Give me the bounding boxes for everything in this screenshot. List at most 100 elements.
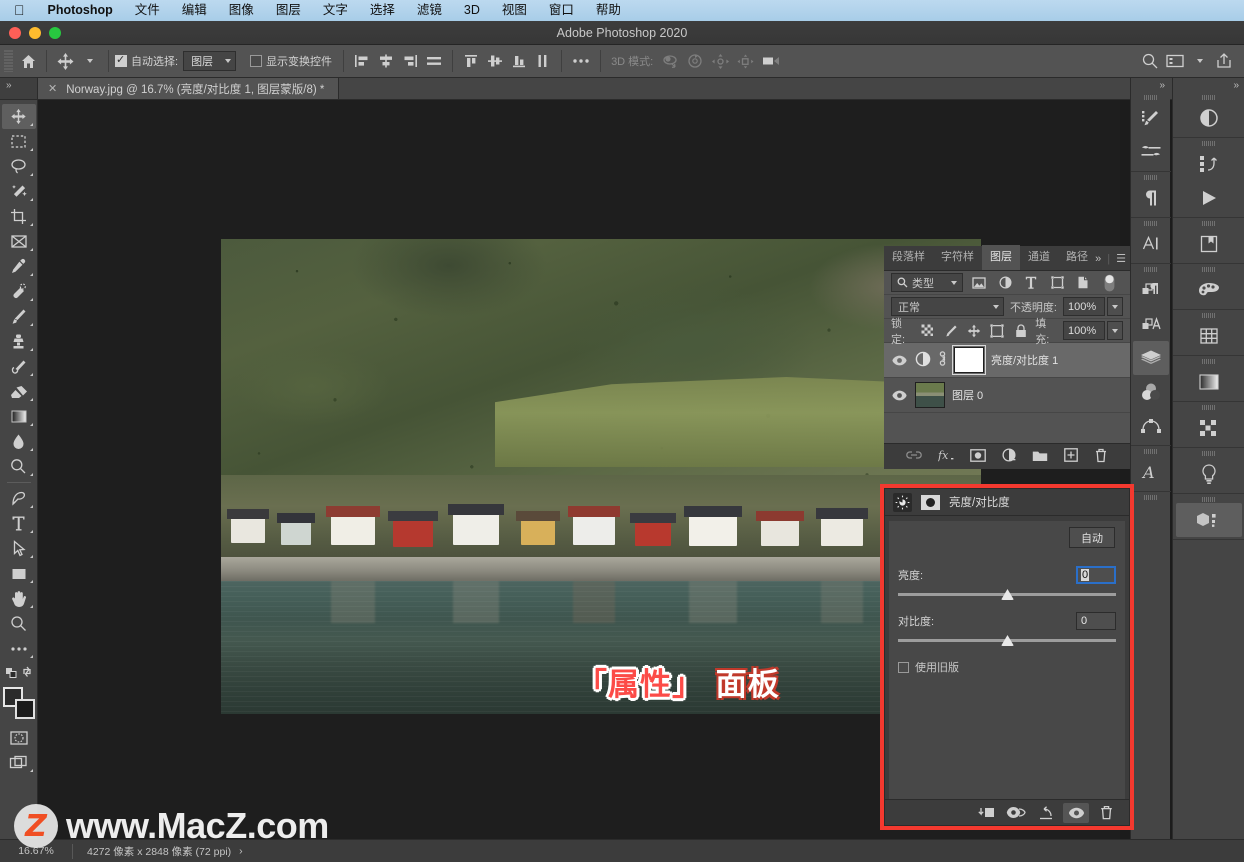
lock-transparent-pixels-icon[interactable]: [919, 321, 936, 340]
align-top-edges-icon[interactable]: [459, 49, 483, 73]
lasso-tool[interactable]: [2, 154, 36, 179]
new-layer-icon[interactable]: [1064, 448, 1078, 465]
filter-smart-object-icon[interactable]: [1073, 273, 1093, 292]
reset-icon[interactable]: [1033, 803, 1059, 823]
layer-visibility-toggle[interactable]: [890, 390, 908, 401]
layers-panel-icon[interactable]: [1132, 341, 1169, 375]
patterns-icon[interactable]: [1191, 411, 1227, 445]
info-panel-icon[interactable]: [1191, 319, 1227, 353]
gradient-tool[interactable]: [2, 404, 36, 429]
layer-name[interactable]: 图层 0: [952, 387, 983, 403]
align-horizontal-centers-icon[interactable]: [374, 49, 398, 73]
filter-type-icon[interactable]: [1021, 273, 1041, 292]
menu-item-filter[interactable]: 滤镜: [406, 0, 453, 21]
hand-tool[interactable]: [2, 586, 36, 611]
brush-presets-icon[interactable]: [1133, 135, 1169, 169]
layer-visibility-toggle[interactable]: [890, 355, 908, 366]
3d-panel-icon[interactable]: [1175, 503, 1242, 537]
status-expand-chevron[interactable]: ›: [239, 845, 243, 857]
toggle-layer-visibility-icon[interactable]: [1063, 802, 1089, 823]
fill-stepper-chevron[interactable]: [1106, 321, 1123, 340]
styles-icon[interactable]: A: [1133, 455, 1169, 489]
paths-icon[interactable]: [1133, 409, 1169, 443]
filter-pixel-icon[interactable]: [969, 273, 989, 292]
document-tab-norway[interactable]: ✕ Norway.jpg @ 16.7% (亮度/对比度 1, 图层蒙版/8) …: [38, 78, 340, 99]
menu-item-view[interactable]: 视图: [491, 0, 538, 21]
layer-filter-dropdown[interactable]: 类型: [891, 273, 963, 292]
tab-paths[interactable]: 路径: [1058, 245, 1096, 270]
eraser-tool[interactable]: [2, 379, 36, 404]
more-options-icon[interactable]: [568, 49, 594, 73]
brush-settings-icon[interactable]: [1133, 101, 1169, 135]
delete-adjustment-icon[interactable]: [1093, 803, 1119, 823]
layer-mask-thumbnail[interactable]: [952, 345, 986, 375]
blur-tool[interactable]: [2, 429, 36, 454]
distribute-horizontal-icon[interactable]: [422, 49, 446, 73]
clip-to-layer-icon[interactable]: [973, 803, 999, 823]
crop-tool[interactable]: [2, 204, 36, 229]
menu-item-photoshop[interactable]: Photoshop: [37, 0, 124, 21]
apple-logo-icon[interactable]: : [10, 2, 37, 20]
use-legacy-checkbox[interactable]: [898, 661, 909, 673]
layer-adjustment-thumbnail[interactable]: [915, 351, 931, 370]
paragraph-icon[interactable]: [1133, 181, 1169, 215]
menu-item-window[interactable]: 窗口: [538, 0, 585, 21]
delete-layer-icon[interactable]: [1094, 448, 1108, 466]
3d-slide-icon[interactable]: [733, 49, 758, 73]
rectangle-tool[interactable]: [2, 561, 36, 586]
align-right-edges-icon[interactable]: [398, 49, 422, 73]
lock-artboard-nesting-icon[interactable]: [989, 321, 1006, 340]
layer-mask-link-icon[interactable]: [938, 351, 947, 369]
actions-icon[interactable]: [1191, 181, 1227, 215]
3d-orbit-icon[interactable]: [658, 49, 683, 73]
brightness-value-input[interactable]: 0: [1076, 566, 1116, 584]
filter-toggle-switch[interactable]: [1099, 273, 1119, 292]
mask-thumbnail-icon[interactable]: [921, 494, 940, 510]
learn-icon[interactable]: [1191, 457, 1227, 491]
magic-wand-tool[interactable]: [2, 179, 36, 204]
3d-roll-icon[interactable]: [683, 49, 708, 73]
tab-paragraph-styles[interactable]: 段落样: [884, 245, 933, 270]
type-tool[interactable]: [2, 511, 36, 536]
opacity-value[interactable]: 100%: [1063, 297, 1105, 316]
swatches-icon[interactable]: [1191, 273, 1227, 307]
use-legacy-row[interactable]: 使用旧版: [898, 659, 1116, 675]
distribute-vertical-icon[interactable]: [531, 49, 555, 73]
brush-tool[interactable]: [2, 304, 36, 329]
home-icon[interactable]: [16, 49, 40, 73]
add-layer-mask-icon[interactable]: [970, 448, 986, 465]
lock-image-pixels-icon[interactable]: [942, 321, 959, 340]
history-brush-tool[interactable]: [2, 354, 36, 379]
glyphs-icon[interactable]: [1133, 307, 1169, 341]
tab-layers[interactable]: 图层: [982, 245, 1020, 270]
opacity-stepper-chevron[interactable]: [1107, 297, 1123, 316]
move-tool-icon[interactable]: [53, 49, 78, 73]
auto-select-checkbox[interactable]: [115, 53, 127, 67]
new-group-icon[interactable]: [1032, 449, 1048, 465]
3d-pan-icon[interactable]: [708, 49, 733, 73]
menu-item-file[interactable]: 文件: [124, 0, 171, 21]
toolbar-collapse-handle[interactable]: »: [0, 78, 38, 99]
align-bottom-edges-icon[interactable]: [507, 49, 531, 73]
adjustments-icon[interactable]: [1133, 375, 1169, 409]
panel-overflow-chevrons[interactable]: »: [1095, 253, 1101, 265]
fill-value[interactable]: 100%: [1062, 321, 1105, 340]
menu-item-help[interactable]: 帮助: [585, 0, 632, 21]
pen-tool[interactable]: [2, 486, 36, 511]
gradients-icon[interactable]: [1191, 365, 1227, 399]
tab-character-styles[interactable]: 字符样: [933, 245, 982, 270]
layer-thumbnail[interactable]: [915, 382, 945, 408]
align-left-edges-icon[interactable]: [350, 49, 374, 73]
options-bar-grip[interactable]: [4, 50, 13, 72]
new-adjustment-layer-icon[interactable]: [1002, 448, 1016, 465]
rectangular-marquee-tool[interactable]: [2, 129, 36, 154]
document-image[interactable]: 「属性」 面板: [221, 239, 981, 714]
character-icon[interactable]: [1133, 227, 1169, 261]
tab-channels[interactable]: 通道: [1020, 245, 1058, 270]
contrast-slider[interactable]: [898, 634, 1116, 648]
filter-adjustment-icon[interactable]: [995, 273, 1015, 292]
tool-preset-chevron-icon[interactable]: [78, 49, 102, 73]
layer-row-layer-0[interactable]: 图层 0: [884, 378, 1130, 413]
healing-brush-tool[interactable]: [2, 279, 36, 304]
menu-item-edit[interactable]: 编辑: [171, 0, 218, 21]
